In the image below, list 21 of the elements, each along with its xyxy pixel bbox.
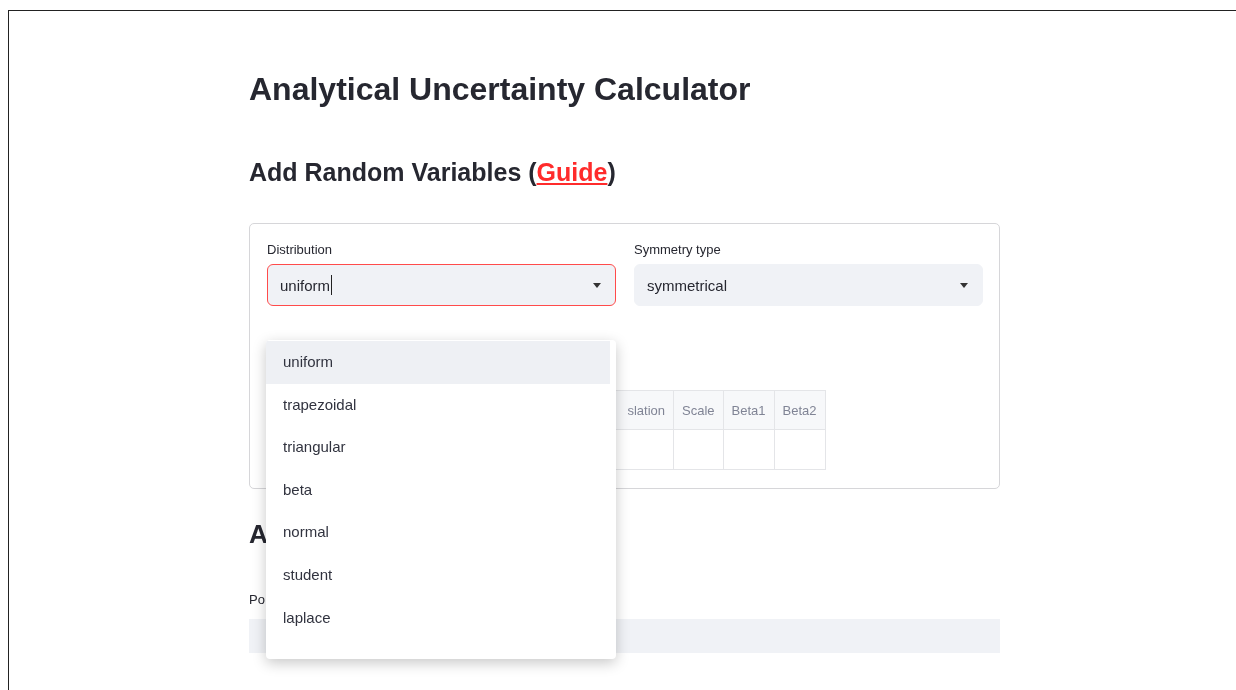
field-label: Po xyxy=(249,592,265,607)
caret-icon xyxy=(960,282,968,288)
field-label: Symmetry type xyxy=(634,242,721,258)
dropdown-option[interactable]: normal xyxy=(266,511,610,554)
distribution-select[interactable]: uniform xyxy=(267,264,616,306)
table-cell[interactable] xyxy=(723,429,774,470)
section-heading: Add Random Variables (Guide) xyxy=(249,157,616,188)
section-heading: A xyxy=(249,518,268,551)
column-header: Beta2 xyxy=(774,390,825,430)
column-header: Beta1 xyxy=(723,390,774,430)
dropdown-option[interactable]: student xyxy=(266,553,610,597)
column-header: Scale xyxy=(673,390,724,430)
table-cell[interactable] xyxy=(774,429,825,470)
symmetry-select[interactable]: symmetrical xyxy=(634,264,983,306)
dropdown-option[interactable]: uniform xyxy=(266,341,610,384)
field-label: Distribution xyxy=(267,242,333,258)
dropdown-option[interactable]: beta xyxy=(266,468,610,512)
caret-icon xyxy=(593,282,601,288)
page-title: Analytical Uncertainty Calculator xyxy=(249,70,751,109)
table-cell[interactable] xyxy=(673,429,724,470)
dropdown-option[interactable]: laplace xyxy=(266,596,610,640)
